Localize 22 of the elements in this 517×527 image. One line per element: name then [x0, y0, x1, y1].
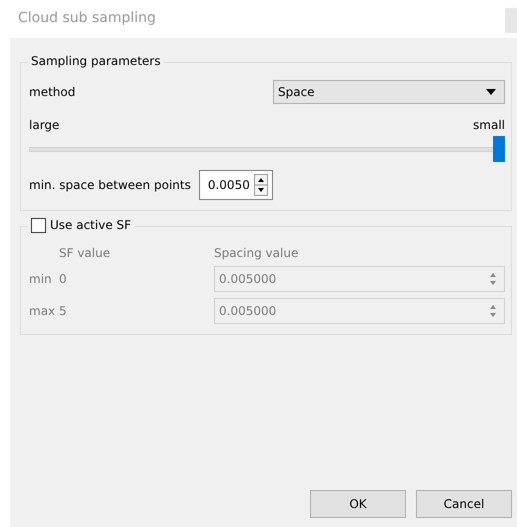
slider-max-label: small	[473, 118, 505, 132]
column-header: Spacing value	[214, 246, 300, 260]
row-label: max	[29, 304, 56, 318]
spacing-label: min. space between points	[29, 178, 191, 192]
spin-arrows-icon	[254, 174, 268, 196]
caret-icon	[486, 89, 496, 95]
slider-min-label: large	[29, 118, 60, 132]
method-dropdown[interactable]: Space	[273, 80, 505, 104]
dialog-button[interactable]: OK	[310, 490, 406, 518]
method-label: method	[29, 85, 76, 99]
spin-arrows-icon	[488, 272, 498, 286]
column-header: SF value	[59, 246, 112, 260]
group-title: Sampling parameters	[28, 53, 164, 69]
dialog-button[interactable]: Cancel	[416, 490, 512, 518]
sf-value: 5	[59, 304, 68, 318]
spacing-spinbox[interactable]: 0.0050	[198, 170, 273, 200]
checkbox-label: Use active SF	[50, 217, 132, 233]
spin-arrows-icon	[488, 304, 498, 318]
row-label: min	[29, 272, 53, 286]
density-slider[interactable]	[29, 134, 505, 162]
window-title: Cloud sub sampling	[18, 10, 156, 26]
sf-value: 0	[59, 272, 68, 286]
